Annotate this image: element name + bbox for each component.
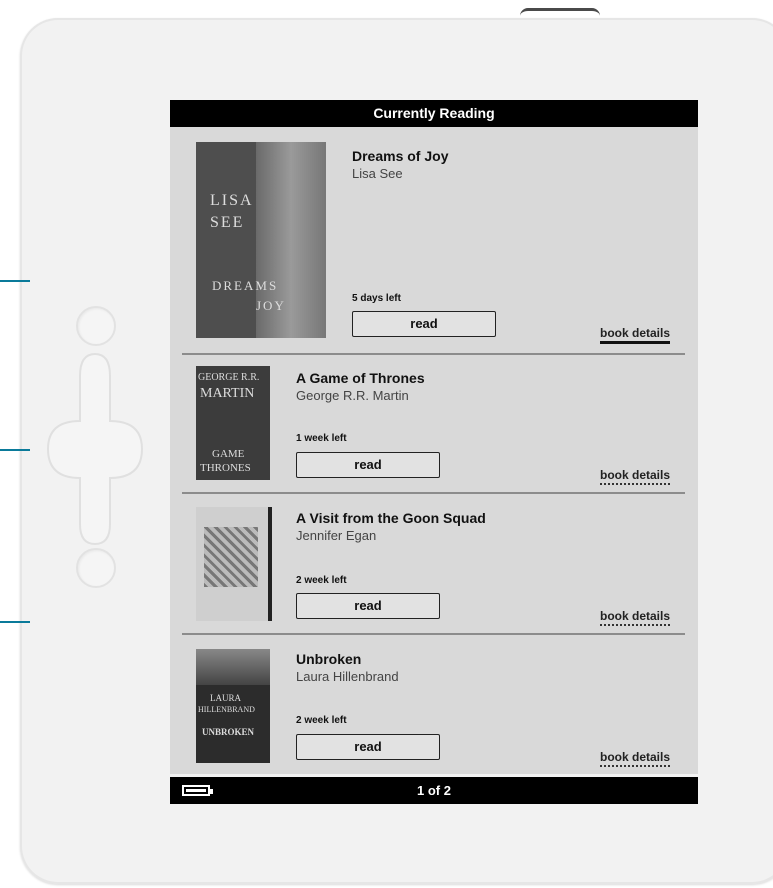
read-button[interactable]: read xyxy=(296,452,440,478)
time-left: 2 week left xyxy=(296,575,347,586)
cover-text: HILLENBRAND xyxy=(198,705,255,714)
cover-text: THRONES xyxy=(200,462,251,474)
cover-text: UNBROKEN xyxy=(202,727,255,737)
book-author: George R.R. Martin xyxy=(296,388,409,403)
cover-text: GAME xyxy=(212,448,245,460)
time-left: 1 week left xyxy=(296,433,347,444)
divider xyxy=(182,353,685,355)
time-left: 5 days left xyxy=(352,293,401,304)
cover-text: DREAMS xyxy=(212,278,279,293)
read-button[interactable]: read xyxy=(296,734,440,760)
book-cover[interactable]: LAURA HILLENBRAND UNBROKEN xyxy=(196,649,270,763)
book-cover[interactable]: LISA SEE DREAMS JOY xyxy=(196,142,326,338)
back-button[interactable] xyxy=(76,548,116,588)
cover-text: LAURA xyxy=(210,693,241,703)
annotation-line xyxy=(0,280,30,282)
screen-footer: 1 of 2 xyxy=(170,777,698,804)
eink-screen: Currently Reading LISA SEE DREAMS JOY Dr… xyxy=(170,100,698,804)
divider xyxy=(182,492,685,494)
cover-sky xyxy=(196,649,270,685)
cover-text: GEORGE R.R. xyxy=(198,372,260,383)
dpad-control[interactable] xyxy=(42,336,148,566)
book-title[interactable]: Dreams of Joy xyxy=(352,148,448,164)
divider xyxy=(182,633,685,635)
time-left: 2 week left xyxy=(296,715,347,726)
cover-text: JOY xyxy=(256,298,286,313)
read-button[interactable]: read xyxy=(352,311,496,337)
book-title[interactable]: A Visit from the Goon Squad xyxy=(296,510,486,526)
battery-icon xyxy=(182,785,213,796)
annotation-line xyxy=(0,449,30,451)
book-author: Jennifer Egan xyxy=(296,528,377,543)
book-author: Laura Hillenbrand xyxy=(296,669,399,684)
cover-text: LISA xyxy=(210,192,254,209)
page-indicator: 1 of 2 xyxy=(417,783,451,798)
book-cover[interactable]: GEORGE R.R. MARTIN GAME THRONES xyxy=(196,366,270,480)
page-title: Currently Reading xyxy=(373,105,495,121)
book-author: Lisa See xyxy=(352,166,403,181)
book-details-link[interactable]: book details xyxy=(600,468,671,485)
cover-text: MARTIN xyxy=(200,386,255,401)
annotation-line xyxy=(0,621,30,623)
book-title[interactable]: Unbroken xyxy=(296,651,361,667)
cover-art xyxy=(204,527,258,587)
book-details-link[interactable]: book details xyxy=(600,750,671,767)
read-button[interactable]: read xyxy=(296,593,440,619)
book-details-link[interactable]: book details xyxy=(600,609,671,626)
book-details-link[interactable]: book details xyxy=(600,326,671,344)
book-cover[interactable] xyxy=(196,507,272,621)
power-button[interactable] xyxy=(520,8,600,21)
screen-header: Currently Reading xyxy=(170,100,698,127)
book-title[interactable]: A Game of Thrones xyxy=(296,370,425,386)
cover-text: SEE xyxy=(210,214,245,231)
